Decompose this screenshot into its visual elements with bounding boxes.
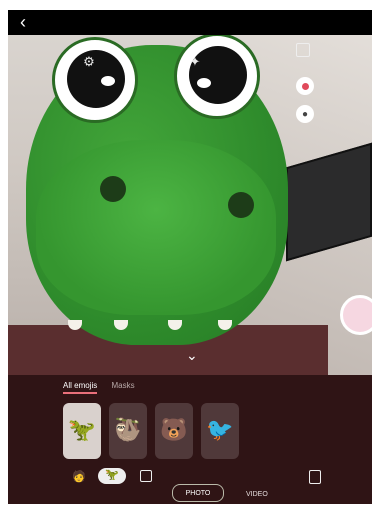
glint-right (197, 78, 211, 88)
sloth-icon: 🦥 (114, 417, 142, 442)
photo-mode-button[interactable]: PHOTO (172, 484, 224, 502)
aspect-ratio-icon[interactable] (296, 43, 310, 57)
bear-sticker[interactable]: 🐻 (155, 403, 193, 459)
shutter-button[interactable] (340, 295, 372, 335)
record-icon[interactable] (296, 77, 314, 95)
top-bar: ‹ (8, 10, 372, 35)
chevron-down-icon[interactable]: ⌄ (186, 347, 198, 364)
dinosaur-eye-left (52, 37, 138, 123)
tooth (114, 320, 128, 330)
camera-viewfinder[interactable]: ⚙ ✦ ● ⌄ (8, 35, 372, 375)
profile-icon[interactable]: ● (296, 105, 314, 123)
effects-panel: All emojis Masks 🦖 🦥 🐻 🐦 🧑 🦖 PHOTO VIDEO (8, 375, 372, 504)
gallery-icon[interactable] (140, 470, 152, 482)
bird-icon: 🐦 (206, 417, 234, 442)
tooth (68, 320, 82, 330)
dinosaur-snout (36, 140, 276, 315)
face-emoji-icon[interactable]: 🧑 (72, 470, 86, 483)
gear-icon[interactable]: ⚙ (80, 53, 98, 71)
glint-left (101, 76, 115, 86)
dino-emoji-icon[interactable]: 🦖 (98, 468, 126, 484)
nostril-left (100, 176, 126, 202)
dinosaur-teeth (58, 320, 268, 334)
bird-sticker[interactable]: 🐦 (201, 403, 239, 459)
back-icon[interactable]: ‹ (20, 12, 26, 32)
video-mode-button[interactable]: VIDEO (246, 491, 268, 498)
nostril-right (228, 192, 254, 218)
record-dot-icon (301, 82, 309, 90)
emoji-tabs: All emojis Masks (63, 381, 135, 394)
tooth (218, 320, 232, 330)
dinosaur-icon: 🦖 (68, 417, 96, 442)
bear-icon: 🐻 (160, 417, 188, 442)
sloth-sticker[interactable]: 🦥 (109, 403, 147, 459)
camera-screen: ‹ ⚙ ✦ ● ⌄ All emojis Masks 🦖 🦥 🐻 🐦 🧑 🦖 P… (8, 10, 372, 504)
dinosaur-sticker[interactable]: 🦖 (63, 403, 101, 459)
tab-all-emojis[interactable]: All emojis (63, 381, 98, 394)
dinosaur-eye-right (174, 35, 260, 119)
sparkle-icon[interactable]: ✦ (186, 53, 204, 71)
tab-masks[interactable]: Masks (111, 381, 134, 390)
sticker-icon[interactable] (309, 470, 321, 484)
tooth (168, 320, 182, 330)
